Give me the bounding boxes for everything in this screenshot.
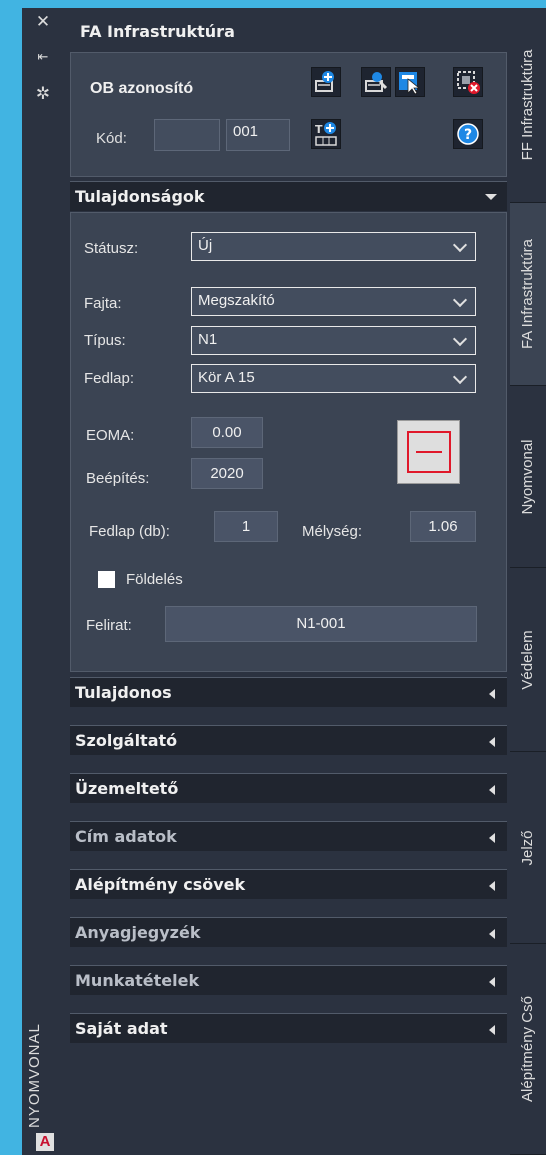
foldeles-label: Földelés: [126, 571, 183, 588]
expand-arrow-icon: [489, 785, 495, 795]
kod-prefix-input[interactable]: [154, 119, 220, 151]
tab-label: Alépítmény Cső: [519, 996, 536, 1102]
palette-title-strip: ✕ ⇤ ✲ NYOMVONAL A: [22, 8, 64, 1155]
collapse-arrow-icon: [485, 194, 497, 200]
fajta-label: Fajta:: [84, 295, 122, 312]
edit-object-icon: [365, 72, 388, 92]
autocad-logo-icon: A: [36, 1133, 54, 1151]
expand-arrow-icon: [489, 929, 495, 939]
section-header-cim-adatok[interactable]: Cím adatok: [70, 821, 507, 851]
close-icon[interactable]: ✕: [33, 12, 53, 32]
gear-icon[interactable]: ✲: [33, 84, 53, 104]
section-title: Üzemeltető: [75, 779, 179, 798]
tab-label: Védelem: [519, 629, 536, 690]
section-title: Alépítmény csövek: [75, 875, 246, 894]
ob-label: OB azonosító: [90, 80, 194, 97]
help-button[interactable]: ?: [453, 119, 483, 149]
palette-title: NYOMVONAL: [26, 1023, 43, 1128]
section-header-alepitmeny-csovek[interactable]: Alépítmény csövek: [70, 869, 507, 899]
select-cursor-icon: [399, 72, 421, 95]
tab-label: FF Infrastruktúra: [519, 49, 536, 161]
section-header-tulajdonos[interactable]: Tulajdonos: [70, 677, 507, 707]
expand-arrow-icon: [489, 833, 495, 843]
add-object-icon: [315, 71, 334, 92]
panel-title: FA Infrastruktúra: [80, 22, 235, 41]
svg-text:?: ?: [464, 127, 472, 143]
eoma-field[interactable]: 0.00: [191, 417, 263, 448]
select-object-button[interactable]: [395, 67, 425, 97]
section-header-munkatetelek[interactable]: Munkatételek: [70, 965, 507, 995]
section-title: Szolgáltató: [75, 731, 178, 750]
section-header-uzemelteto[interactable]: Üzemeltető: [70, 773, 507, 803]
delete-object-icon: [457, 71, 480, 94]
fedlap-value: Kör A 15: [198, 369, 255, 386]
tab-alepitmeny-cso[interactable]: Alépítmény Cső: [510, 944, 546, 1155]
tab-label: Nyomvonal: [519, 438, 536, 515]
eoma-label: EOMA:: [86, 427, 135, 444]
statusz-value: Új: [198, 237, 213, 254]
tab-vedelem[interactable]: Védelem: [510, 568, 546, 752]
vertical-tab-bar: FF Infrastruktúra FA Infrastruktúra Nyom…: [510, 8, 546, 1155]
kod-label: Kód:: [96, 130, 127, 147]
expand-arrow-icon: [489, 689, 495, 699]
fajta-value: Megszakító: [198, 292, 275, 309]
chevron-down-icon: [447, 288, 475, 315]
section-title: Anyagjegyzék: [75, 923, 201, 942]
section-header-szolgaltato[interactable]: Szolgáltató: [70, 725, 507, 755]
fedlap-symbol-icon: [407, 431, 451, 473]
tab-ff-infrastruktura[interactable]: FF Infrastruktúra: [510, 8, 546, 203]
tab-jelzo[interactable]: Jelző: [510, 752, 546, 944]
tipus-value: N1: [198, 331, 218, 348]
statusz-label: Státusz:: [84, 240, 139, 257]
section-title: Tulajdonos: [75, 683, 172, 702]
fedlap-label: Fedlap:: [84, 370, 135, 387]
section-title: Cím adatok: [75, 827, 177, 846]
expand-arrow-icon: [489, 1025, 495, 1035]
section-title: Munkatételek: [75, 971, 200, 990]
table-insert-icon: T: [315, 122, 337, 146]
felirat-label: Felirat:: [86, 617, 132, 634]
main-panel: FA Infrastruktúra OB azonosító Kód: 001: [65, 14, 510, 1155]
ob-identifier-box: OB azonosító Kód: 001 T ?: [70, 52, 507, 177]
section-title: Tulajdonságok: [75, 187, 205, 206]
tab-fa-infrastruktura[interactable]: FA Infrastruktúra: [510, 203, 546, 386]
statusz-select[interactable]: Új: [191, 232, 476, 261]
tipus-label: Típus:: [84, 332, 126, 349]
beepites-label: Beépítés:: [86, 470, 150, 487]
add-object-button[interactable]: [311, 67, 341, 97]
expand-arrow-icon: [489, 977, 495, 987]
section-header-sajat-adat[interactable]: Saját adat: [70, 1013, 507, 1043]
chevron-down-icon: [447, 233, 475, 260]
felirat-field[interactable]: N1-001: [165, 606, 477, 642]
tipus-select[interactable]: N1: [191, 326, 476, 355]
expand-arrow-icon: [489, 881, 495, 891]
section-header-tulajdonsagok[interactable]: Tulajdonságok: [70, 181, 507, 211]
foldeles-checkbox[interactable]: [98, 571, 115, 588]
melyseg-label: Mélység:: [302, 523, 363, 540]
tab-label: Jelző: [519, 829, 536, 866]
beepites-field[interactable]: 2020: [191, 458, 263, 489]
melyseg-field[interactable]: 1.06: [410, 511, 476, 542]
fedlap-db-field[interactable]: 1: [214, 511, 278, 542]
edit-object-button[interactable]: [361, 67, 391, 97]
insert-table-button[interactable]: T: [311, 119, 341, 149]
section-header-anyagjegyzek[interactable]: Anyagjegyzék: [70, 917, 507, 947]
help-icon: ?: [457, 123, 479, 145]
kod-value-input[interactable]: 001: [226, 119, 290, 151]
pin-icon[interactable]: ⇤: [33, 48, 53, 68]
tab-nyomvonal[interactable]: Nyomvonal: [510, 386, 546, 568]
fedlap-preview-button[interactable]: [397, 420, 460, 484]
fedlap-db-label: Fedlap (db):: [89, 523, 170, 540]
fajta-select[interactable]: Megszakító: [191, 287, 476, 316]
fedlap-select[interactable]: Kör A 15: [191, 364, 476, 393]
svg-text:T: T: [315, 123, 323, 136]
delete-object-button[interactable]: [453, 67, 483, 97]
expand-arrow-icon: [489, 737, 495, 747]
tab-label: FA Infrastruktúra: [519, 238, 536, 350]
chevron-down-icon: [447, 327, 475, 354]
chevron-down-icon: [447, 365, 475, 392]
section-title: Saját adat: [75, 1019, 168, 1038]
